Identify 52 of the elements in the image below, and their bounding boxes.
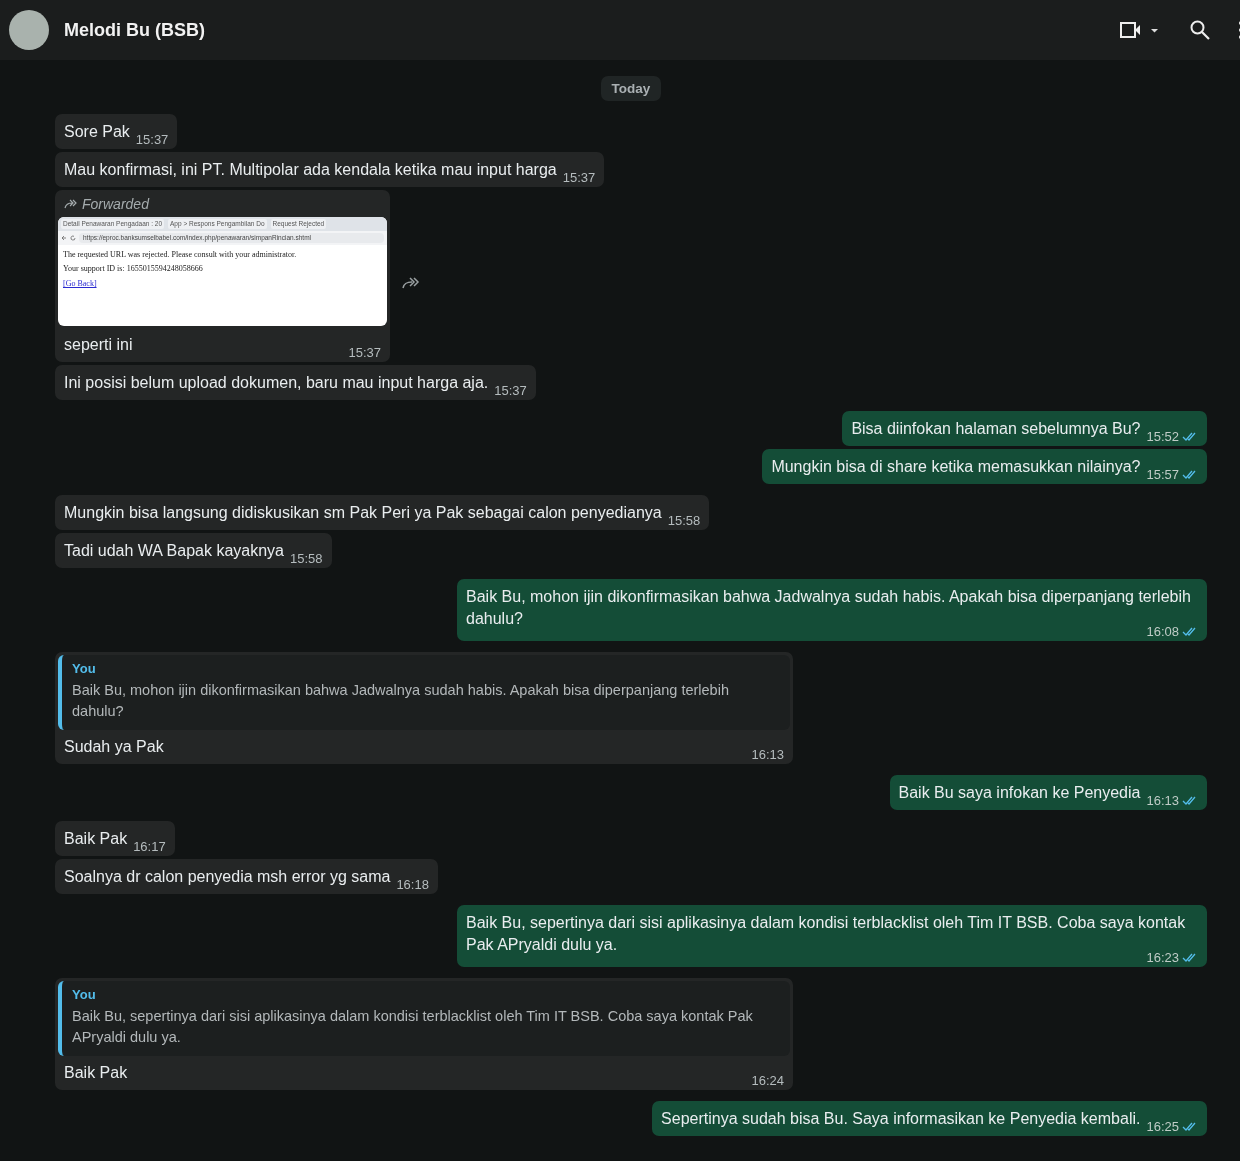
message-time: 16:25 bbox=[1146, 1119, 1179, 1134]
image-caption: seperti ini bbox=[64, 335, 133, 355]
message-text: Mungkin bisa di share ketika memasukkan nilainya? bbox=[771, 457, 1141, 477]
search-icon bbox=[1188, 18, 1212, 42]
message-time: 16:08 bbox=[1146, 624, 1179, 639]
message-time: 15:37 bbox=[562, 170, 596, 185]
message-text: Tadi udah WA Bapak kayaknya bbox=[64, 541, 284, 561]
contact-name: Melodi Bu (BSB) bbox=[64, 19, 206, 41]
message-time: 15:52 bbox=[1146, 429, 1179, 444]
message-text: Baik Bu, mohon ijin dikonfirmasikan bahwa Jadwalnya sudah habis. Apakah bisa diperpanjang terlebih dahulu? bbox=[466, 587, 1192, 627]
message-time: 15:58 bbox=[290, 551, 323, 566]
message-text: Sudah ya Pak bbox=[64, 737, 164, 757]
page-text: Your support ID is: 1655015594248058666 bbox=[63, 264, 204, 273]
message-text: Baik Pak bbox=[64, 1063, 128, 1083]
go-back-link: [Go Back] bbox=[63, 279, 98, 288]
message-time: 15:57 bbox=[1146, 467, 1179, 482]
contact-avatar[interactable] bbox=[9, 10, 49, 50]
quote-author: You bbox=[72, 661, 97, 676]
message-time: 16:17 bbox=[133, 839, 166, 854]
message-time: 15:37 bbox=[135, 132, 169, 147]
message-text: Bisa diinfokan halaman sebelumnya Bu? bbox=[851, 419, 1141, 439]
quoted-message[interactable]: You Baik Bu, mohon ijin dikonfirmasikan bahwa Jadwalnya sudah habis. Apakah bisa diperpanjang terlebih dahulu? bbox=[58, 655, 790, 730]
message-time: 16:23 bbox=[1146, 950, 1179, 965]
back-icon bbox=[61, 235, 67, 241]
message-time: 16:24 bbox=[751, 1073, 784, 1088]
quote-text: Baik Bu, sepertinya dari sisi aplikasinya dalam kondisi terblacklist oleh Tim IT BSB. Coba saya kontak Pak APryaldi dulu ya. bbox=[72, 1007, 754, 1047]
forwarded-label: Forwarded bbox=[82, 196, 149, 212]
message-text: Soalnya dr calon penyedia msh error yg sama bbox=[64, 867, 391, 887]
message-time: 15:37 bbox=[348, 345, 381, 360]
forward-icon[interactable] bbox=[402, 276, 420, 290]
message-text: Baik Bu, sepertinya dari sisi aplikasinya dalam kondisi terblacklist oleh Tim IT BSB. Coba saya kontak Pak APryaldi dulu ya. bbox=[466, 913, 1187, 953]
date-divider: Today bbox=[600, 76, 662, 101]
message-text: Mau konfirmasi, ini PT. Multipolar ada kendala ketika mau input harga bbox=[64, 160, 557, 180]
quoted-message[interactable]: You Baik Bu, sepertinya dari sisi aplikasinya dalam kondisi terblacklist oleh Tim IT BSB. Coba saya kontak Pak APryaldi dulu ya. bbox=[58, 981, 790, 1056]
message-text: Ini posisi belum upload dokumen, baru mau input harga aja. bbox=[64, 373, 489, 393]
reload-icon bbox=[70, 235, 76, 241]
search-button[interactable] bbox=[1188, 18, 1212, 42]
message-text: Mungkin bisa langsung didiskusikan sm Pak Peri ya Pak sebagai calon penyedianya bbox=[64, 503, 662, 523]
message-time: 15:58 bbox=[667, 513, 701, 528]
screenshot-image[interactable] bbox=[58, 217, 387, 326]
message-time: 16:18 bbox=[396, 877, 429, 892]
message-time: 16:13 bbox=[1146, 793, 1179, 808]
message-text: Baik Bu saya infokan ke Penyedia bbox=[898, 783, 1141, 803]
message-text: Sepertinya sudah bisa Bu. Saya informasikan ke Penyedia kembali. bbox=[661, 1109, 1141, 1129]
page-text: The requested URL was rejected. Please consult with your administrator. bbox=[63, 250, 298, 259]
message-text: Baik Pak bbox=[64, 829, 128, 849]
message-time: 15:37 bbox=[494, 383, 527, 398]
quote-text: Baik Bu, mohon ijin dikonfirmasikan bahwa Jadwalnya sudah habis. Apakah bisa diperpanjang terlebih dahulu? bbox=[72, 681, 730, 721]
message-time: 16:13 bbox=[751, 747, 784, 762]
quote-author: You bbox=[72, 987, 97, 1002]
message-text: Sore Pak bbox=[64, 122, 130, 142]
forward-icon bbox=[64, 199, 78, 209]
